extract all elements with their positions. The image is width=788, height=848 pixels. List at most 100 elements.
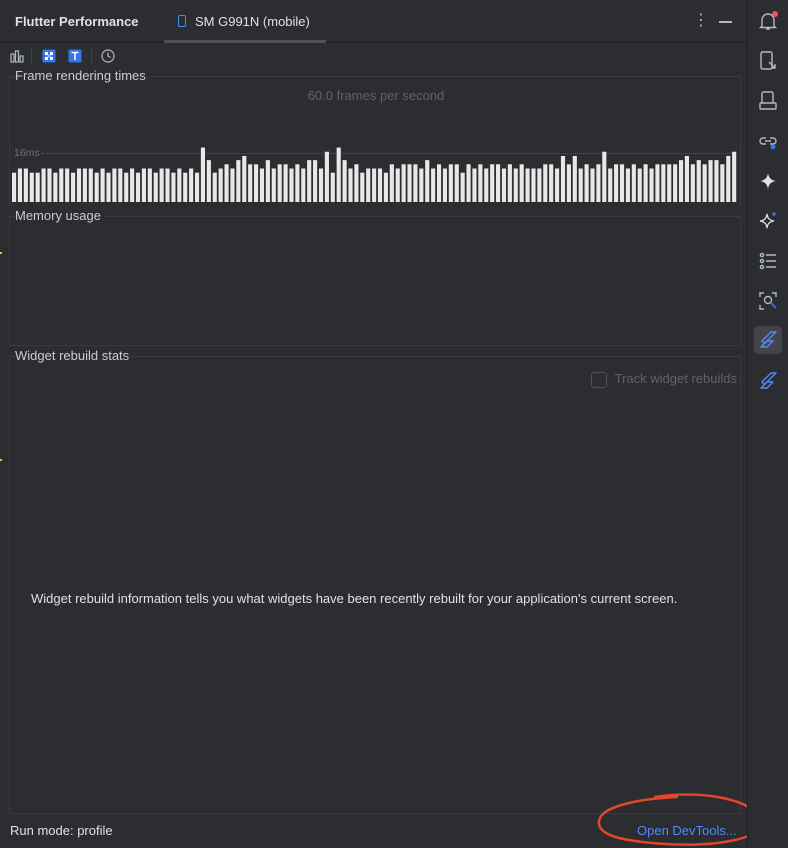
frame-bar xyxy=(354,164,359,202)
track-widget-rebuilds[interactable]: Track widget rebuilds xyxy=(590,371,737,388)
frame-bar xyxy=(419,168,424,202)
frame-bar xyxy=(501,168,507,202)
frame-bar xyxy=(76,168,82,202)
frame-bar xyxy=(189,168,194,202)
track-rebuilds-checkbox[interactable] xyxy=(590,371,607,388)
frame-bar xyxy=(637,168,642,202)
frame-bar xyxy=(389,164,394,202)
frame-bar xyxy=(65,168,70,202)
frame-bar xyxy=(608,168,613,202)
frame-bar xyxy=(41,168,46,202)
more-options-icon[interactable]: ⋮ xyxy=(693,11,709,31)
frame-bar xyxy=(714,160,719,203)
frame-bar xyxy=(130,168,135,202)
frame-bar xyxy=(702,164,707,202)
frame-bar xyxy=(667,164,672,202)
frame-bar xyxy=(348,168,353,202)
gemini-icon[interactable] xyxy=(756,169,780,193)
frame-bar xyxy=(242,155,247,202)
frame-bar xyxy=(566,164,571,202)
flutter-performance-button[interactable] xyxy=(754,326,782,354)
memory-usage-title: Memory usage xyxy=(15,208,104,223)
device-manager-icon[interactable] xyxy=(756,49,780,73)
bar-chart-icon[interactable] xyxy=(9,48,25,64)
frame-bar xyxy=(460,172,465,202)
frame-bar xyxy=(619,164,625,202)
flutter-performance-panel: Flutter Performance SM G991N (mobile) ⋮ … xyxy=(0,0,763,848)
frame-bar xyxy=(12,172,17,202)
frame-bar xyxy=(643,164,648,202)
frame-bar xyxy=(602,151,607,202)
frame-bar xyxy=(466,164,471,202)
frame-bar xyxy=(283,164,288,202)
frame-bar xyxy=(29,172,34,202)
frame-bar xyxy=(224,164,229,202)
text-baseline-icon[interactable] xyxy=(67,48,83,64)
frame-bar xyxy=(112,168,117,202)
frame-bar xyxy=(377,168,383,202)
frame-bar xyxy=(59,168,64,202)
frame-bar xyxy=(578,168,583,202)
frame-bar xyxy=(590,168,595,202)
phone-icon xyxy=(178,15,186,27)
frame-bar xyxy=(271,168,276,202)
frame-bar xyxy=(584,164,589,202)
frame-bar xyxy=(330,172,335,202)
frame-bar xyxy=(248,164,253,202)
toolbar-separator xyxy=(91,49,92,63)
frame-time-bars xyxy=(12,147,737,203)
frame-bar xyxy=(17,168,23,202)
frame-bar xyxy=(631,164,636,202)
frame-bar xyxy=(513,168,518,202)
repaint-rainbow-icon[interactable] xyxy=(41,48,57,64)
frame-bar xyxy=(71,172,76,202)
frame-bar xyxy=(413,164,418,202)
frame-bar xyxy=(478,164,483,202)
frame-bar xyxy=(596,164,601,202)
frame-bar xyxy=(708,160,713,203)
frame-bar xyxy=(153,172,158,202)
structure-icon[interactable] xyxy=(756,249,780,273)
frame-bar xyxy=(484,168,489,202)
inspector-icon[interactable] xyxy=(756,289,780,313)
ai-assistant-icon[interactable] xyxy=(756,209,780,233)
clock-icon[interactable] xyxy=(100,48,116,64)
flutter-performance-icon xyxy=(760,331,777,348)
frame-bar xyxy=(165,168,170,202)
frame-bar xyxy=(401,164,406,202)
frame-bar xyxy=(690,164,695,202)
frame-bar xyxy=(301,168,306,202)
flutter-inspector-icon[interactable] xyxy=(756,369,780,393)
memory-usage-section: Memory usage xyxy=(9,208,741,346)
frame-bar xyxy=(35,172,40,202)
frame-bar xyxy=(684,155,690,202)
widget-rebuild-section: Widget rebuild stats Track widget rebuil… xyxy=(9,348,741,814)
minimize-icon[interactable] xyxy=(719,21,732,23)
frame-bar xyxy=(118,168,123,202)
frame-bar xyxy=(313,160,318,203)
annotation-circle xyxy=(597,793,763,846)
frame-bar xyxy=(277,164,282,202)
running-devices-icon[interactable] xyxy=(756,89,780,113)
frame-bar xyxy=(549,164,554,202)
frame-bar xyxy=(425,160,430,203)
frame-bar xyxy=(336,147,341,202)
tab-device[interactable]: SM G991N (mobile) xyxy=(164,0,326,43)
app-links-icon[interactable] xyxy=(756,129,780,153)
frame-bar xyxy=(555,168,560,202)
tool-window-header: Flutter Performance SM G991N (mobile) ⋮ xyxy=(0,0,747,43)
frame-bar xyxy=(88,168,93,202)
frame-bar xyxy=(230,168,235,202)
widget-rebuild-info: Widget rebuild information tells you wha… xyxy=(31,591,678,606)
frame-bar xyxy=(366,168,371,202)
frame-bar xyxy=(254,164,259,202)
notifications-icon[interactable] xyxy=(756,9,780,33)
edge-marker xyxy=(0,252,2,254)
frame-bar xyxy=(472,168,477,202)
frame-bar xyxy=(23,168,28,202)
frame-bar xyxy=(496,164,501,202)
frame-bar xyxy=(47,168,52,202)
frame-bar xyxy=(236,160,241,203)
tool-window-title: Flutter Performance xyxy=(15,14,139,29)
frame-bar xyxy=(448,164,453,202)
